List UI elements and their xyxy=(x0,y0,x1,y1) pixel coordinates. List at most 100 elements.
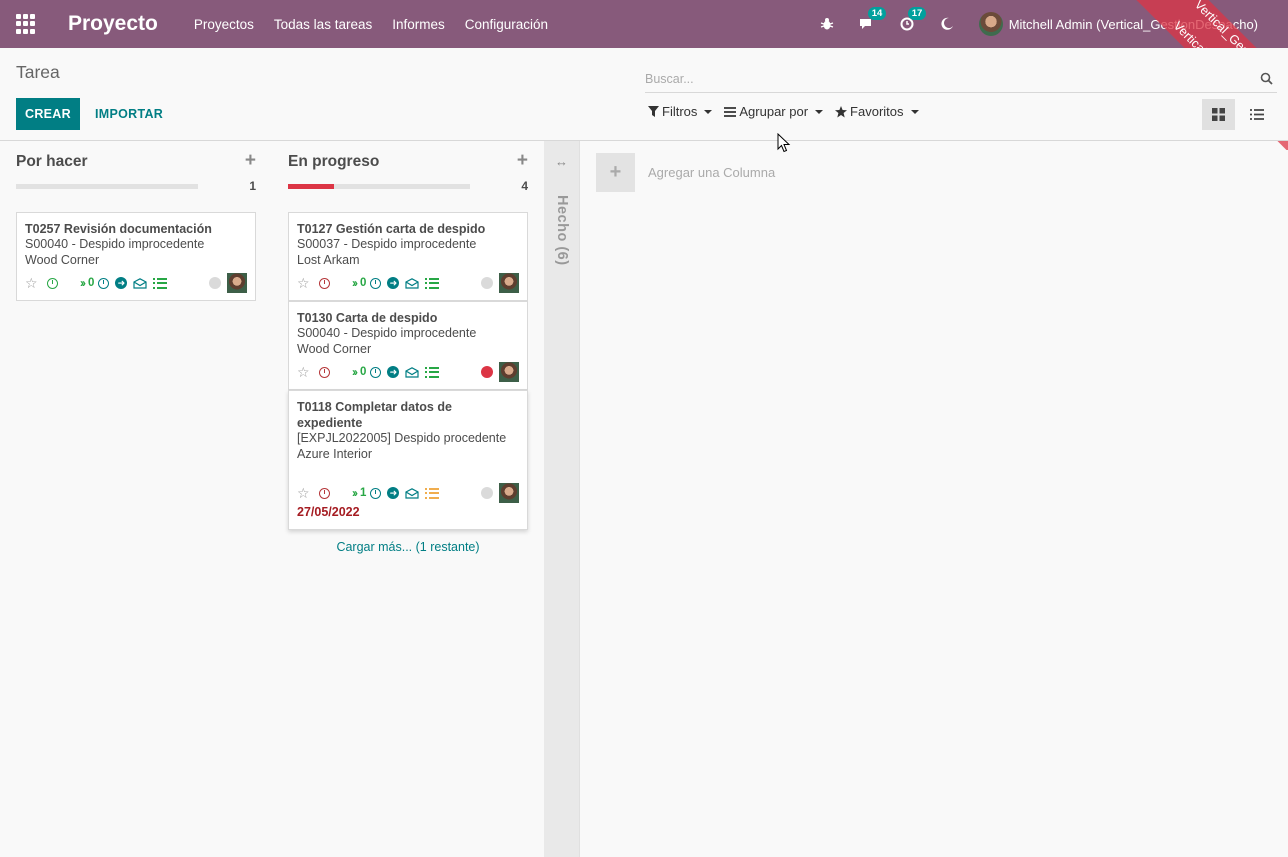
dark-mode-moon-icon[interactable] xyxy=(939,16,955,32)
arrow-right-circle-icon[interactable]: ➜ xyxy=(387,366,400,378)
timesheet-clock-icon[interactable] xyxy=(98,277,110,289)
activities-clock-icon[interactable]: 17 xyxy=(899,7,927,32)
systray: 14 17 Mitchell Admin (Vertical_GestionDe… xyxy=(819,0,1288,48)
priority-star-icon[interactable]: ☆ xyxy=(25,275,41,292)
assignee-avatar xyxy=(227,273,247,293)
arrow-right-circle-icon[interactable]: ➜ xyxy=(387,487,400,499)
unfold-arrows-icon[interactable]: ↔ xyxy=(555,154,568,169)
search-icon[interactable] xyxy=(1260,72,1273,88)
menu-item-configuracion[interactable]: Configuración xyxy=(465,17,548,32)
priority-star-icon[interactable]: ☆ xyxy=(297,275,313,292)
kanban-state-dot[interactable] xyxy=(209,277,221,289)
menu-item-informes[interactable]: Informes xyxy=(392,17,445,32)
arrow-right-circle-icon[interactable]: ➜ xyxy=(387,277,400,289)
add-column-label[interactable]: Agregar una Columna xyxy=(648,165,775,180)
envelope-open-icon[interactable] xyxy=(133,277,148,289)
priority-star-icon[interactable]: ☆ xyxy=(297,485,313,502)
mouse-cursor-icon xyxy=(777,133,791,153)
groupby-label: Agrupar por xyxy=(739,104,809,119)
app-brand[interactable]: Proyecto xyxy=(68,12,158,36)
column-count: 1 xyxy=(249,179,256,193)
load-more-link[interactable]: Cargar más... (1 restante) xyxy=(288,530,528,564)
checklist-icon[interactable] xyxy=(425,366,440,378)
user-menu[interactable]: Mitchell Admin (Vertical_GestionDespacho… xyxy=(978,12,1258,36)
debug-bug-icon[interactable] xyxy=(819,16,835,32)
task-customer: Azure Interior xyxy=(297,446,373,461)
task-sale-order: S00040 - Despido improcedente xyxy=(25,237,205,251)
subtasks-count: 0 xyxy=(360,366,367,378)
search-input[interactable] xyxy=(645,66,1205,92)
activity-clock-icon[interactable] xyxy=(319,366,330,378)
column-title: Por hacer xyxy=(16,153,88,170)
column-header: Por hacer + 1 xyxy=(16,141,256,193)
quick-create-plus-icon[interactable]: + xyxy=(245,150,256,172)
import-button[interactable]: IMPORTAR xyxy=(95,98,163,130)
timesheet-clock-icon[interactable] xyxy=(370,366,382,378)
task-title: T0130 Carta de despido xyxy=(297,311,438,325)
activity-clock-icon[interactable] xyxy=(47,277,58,289)
subtasks-count: 0 xyxy=(360,277,367,289)
activity-clock-icon[interactable] xyxy=(319,277,330,289)
card-footer: ☆ ›› 0 ➜ xyxy=(297,273,519,293)
checklist-icon[interactable] xyxy=(153,277,168,289)
search-options: Filtros Agrupar por Favoritos xyxy=(648,104,931,119)
filter-funnel-icon xyxy=(648,106,659,117)
kanban-card[interactable]: T0127 Gestión carta de despido S00037 - … xyxy=(288,212,528,301)
task-customer: Wood Corner xyxy=(25,252,100,267)
add-column-plus-icon[interactable]: + xyxy=(596,153,635,192)
priority-star-icon[interactable]: ☆ xyxy=(297,364,313,381)
task-deadline: 27/05/2022 xyxy=(297,505,360,519)
kanban-state-dot[interactable] xyxy=(481,487,493,499)
add-column[interactable]: + Agregar una Columna xyxy=(596,153,775,192)
envelope-open-icon[interactable] xyxy=(405,366,420,378)
envelope-open-icon[interactable] xyxy=(405,487,420,499)
create-button[interactable]: CREAR xyxy=(16,98,80,130)
list-view-button[interactable] xyxy=(1240,99,1273,130)
task-sale-order: S00037 - Despido improcedente xyxy=(297,237,477,251)
filters-dropdown[interactable]: Filtros xyxy=(648,104,713,119)
quick-create-plus-icon[interactable]: + xyxy=(517,150,528,172)
menu-item-proyectos[interactable]: Proyectos xyxy=(194,17,254,32)
timesheet-clock-icon[interactable] xyxy=(370,277,382,289)
apps-menu-icon[interactable] xyxy=(16,14,36,34)
messages-chat-icon[interactable]: 14 xyxy=(859,7,887,32)
envelope-open-icon[interactable] xyxy=(405,277,420,289)
task-customer: Wood Corner xyxy=(297,341,372,356)
subtasks-chevron-icon: ›› xyxy=(352,486,358,500)
checklist-icon[interactable] xyxy=(425,277,440,289)
assignee-avatar xyxy=(499,273,519,293)
column-header: En progreso + 4 xyxy=(288,141,528,193)
folded-column-hecho[interactable]: ↔ Hecho (6) xyxy=(544,141,580,857)
task-customer: Lost Arkam xyxy=(297,252,360,267)
column-progress-bar[interactable] xyxy=(288,184,470,189)
assignee-avatar xyxy=(499,362,519,382)
groupby-bars-icon xyxy=(724,106,737,117)
task-sale-order: S00040 - Despido improcedente xyxy=(297,326,477,340)
arrow-right-circle-icon[interactable]: ➜ xyxy=(115,277,128,289)
column-progress-bar[interactable] xyxy=(16,184,198,189)
kanban-view-button[interactable] xyxy=(1202,99,1235,130)
column-title: En progreso xyxy=(288,153,380,170)
kanban-column-por-hacer: Por hacer + 1 T0257 Revisión documentaci… xyxy=(16,141,256,301)
kanban-state-dot[interactable] xyxy=(481,366,493,378)
activity-clock-icon[interactable] xyxy=(319,487,330,499)
favorites-dropdown[interactable]: Favoritos xyxy=(835,104,919,119)
subtasks-count: 1 xyxy=(360,487,367,499)
kanban-board: Por hacer + 1 T0257 Revisión documentaci… xyxy=(0,141,1288,857)
control-panel: Tarea CREAR IMPORTAR Filtros Agrupar por… xyxy=(0,48,1288,141)
kanban-state-dot[interactable] xyxy=(481,277,493,289)
timesheet-clock-icon[interactable] xyxy=(370,487,382,499)
menu-item-todas-tareas[interactable]: Todas las tareas xyxy=(274,17,372,32)
main-menu: Proyectos Todas las tareas Informes Conf… xyxy=(194,17,568,32)
checklist-icon[interactable] xyxy=(425,487,440,499)
kanban-card[interactable]: T0257 Revisión documentación S00040 - De… xyxy=(16,212,256,301)
groupby-dropdown[interactable]: Agrupar por xyxy=(724,104,824,119)
kanban-card[interactable]: T0118 Completar datos de expediente [EXP… xyxy=(288,390,528,530)
kanban-card[interactable]: T0130 Carta de despido S00040 - Despido … xyxy=(288,301,528,390)
kanban-grid-icon xyxy=(1212,108,1225,121)
top-navbar: Proyecto Proyectos Todas las tareas Info… xyxy=(0,0,1288,48)
task-sale-order: [EXPJL2022005] Despido procedente xyxy=(297,431,507,445)
favorites-label: Favoritos xyxy=(850,104,904,119)
card-footer: ☆ ›› 0 ➜ xyxy=(25,273,247,293)
column-count: 4 xyxy=(521,179,528,193)
